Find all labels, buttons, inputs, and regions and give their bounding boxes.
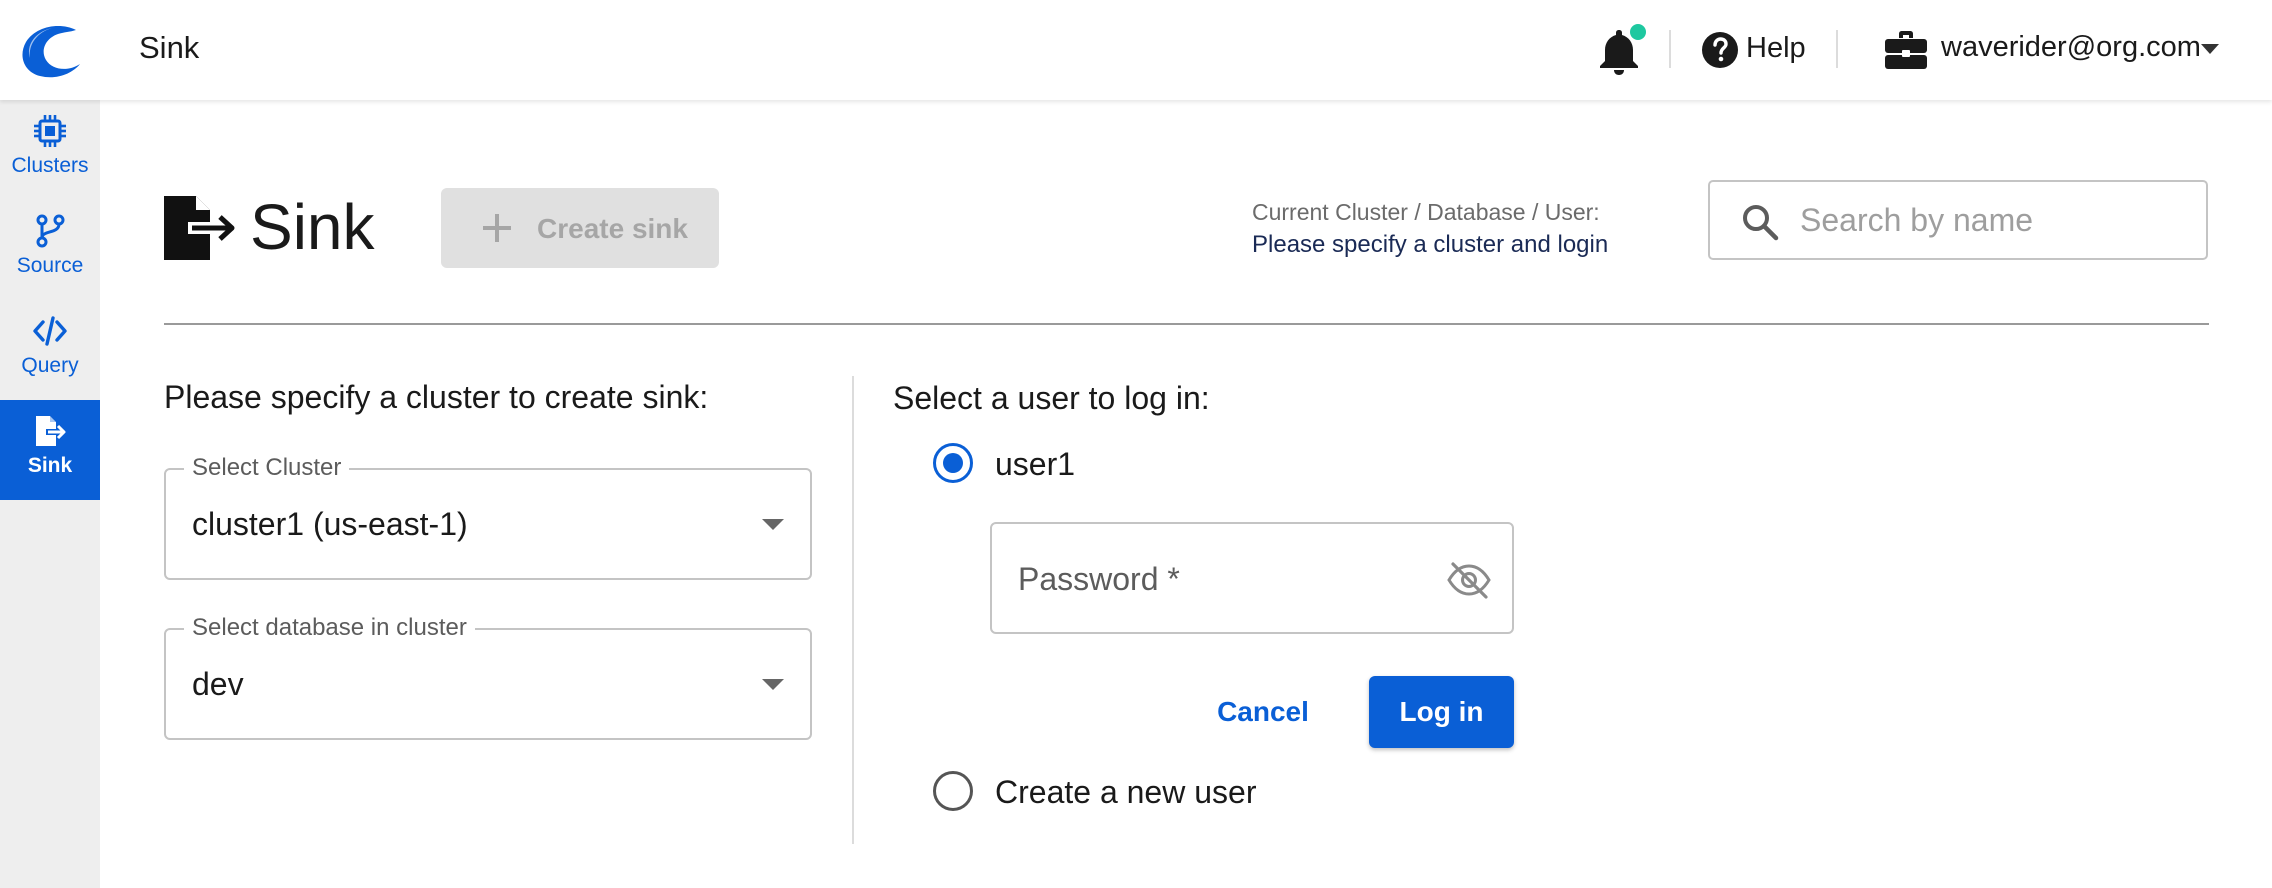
database-select-value: dev [192,666,244,702]
wave-logo-icon[interactable] [16,22,82,78]
eye-off-icon[interactable] [1446,560,1492,600]
cluster-select-label: Select Cluster [184,454,350,482]
create-sink-label: Create sink [537,213,688,244]
sidebar-item-label: Clusters [11,154,89,177]
app-title: Sink [139,30,200,65]
database-select[interactable]: Select database in cluster dev [164,614,812,740]
password-field[interactable] [990,522,1514,634]
sidebar-item-label: Source [16,254,84,277]
sidebar-item-sink[interactable]: Sink [0,400,100,500]
header-divider [1669,30,1671,68]
branch-icon [36,214,65,248]
page-title: Sink [250,191,375,263]
plus-icon [483,214,511,242]
file-export-icon [164,196,235,260]
create-new-user-radio[interactable] [933,771,973,811]
context-value: Please specify a cluster and login [1252,231,1609,258]
password-input[interactable] [1018,554,1418,604]
user1-radio[interactable] [933,443,973,483]
sidebar-item-query[interactable]: Query [0,300,100,400]
create-new-user-label[interactable]: Create a new user [995,774,1256,811]
sidebar-item-source[interactable]: Source [0,200,100,300]
context-label: Current Cluster / Database / User: [1252,199,1600,225]
code-icon [33,316,67,346]
cluster-select[interactable]: Select Cluster cluster1 (us-east-1) [164,454,812,580]
chip-icon [34,115,66,147]
help-link[interactable]: Help [1746,32,1806,65]
create-sink-button[interactable]: Create sink [441,188,719,268]
sidebar-item-label: Sink [27,454,73,477]
top-app-bar: Sink Help waverider@org.com [0,0,2272,100]
header-divider [1836,30,1838,68]
user-menu[interactable]: waverider@org.com [1941,31,2201,64]
search-icon [1743,205,1779,241]
briefcase-icon [1885,31,1927,69]
header-divider-line [164,323,2209,325]
notification-dot [1630,24,1646,40]
sidebar: Clusters Source Query Sink [0,100,100,888]
sidebar-item-label: Query [21,354,79,377]
chevron-down-icon[interactable] [2201,44,2219,54]
dropdown-arrow-icon [762,519,784,530]
search-input[interactable] [1800,196,2190,244]
cluster-panel-heading: Please specify a cluster to create sink: [164,379,709,415]
search-box[interactable] [1708,180,2208,260]
help-icon[interactable] [1701,31,1739,69]
panel-divider [852,376,854,844]
cluster-select-value: cluster1 (us-east-1) [192,506,468,542]
file-export-icon [36,416,66,446]
dropdown-arrow-icon [762,679,784,690]
database-select-label: Select database in cluster [184,614,475,642]
sidebar-item-clusters[interactable]: Clusters [0,100,100,200]
cancel-button[interactable]: Cancel [1190,676,1336,748]
login-panel-heading: Select a user to log in: [893,380,1210,416]
login-button[interactable]: Log in [1369,676,1514,748]
user1-radio-label[interactable]: user1 [995,446,1075,483]
